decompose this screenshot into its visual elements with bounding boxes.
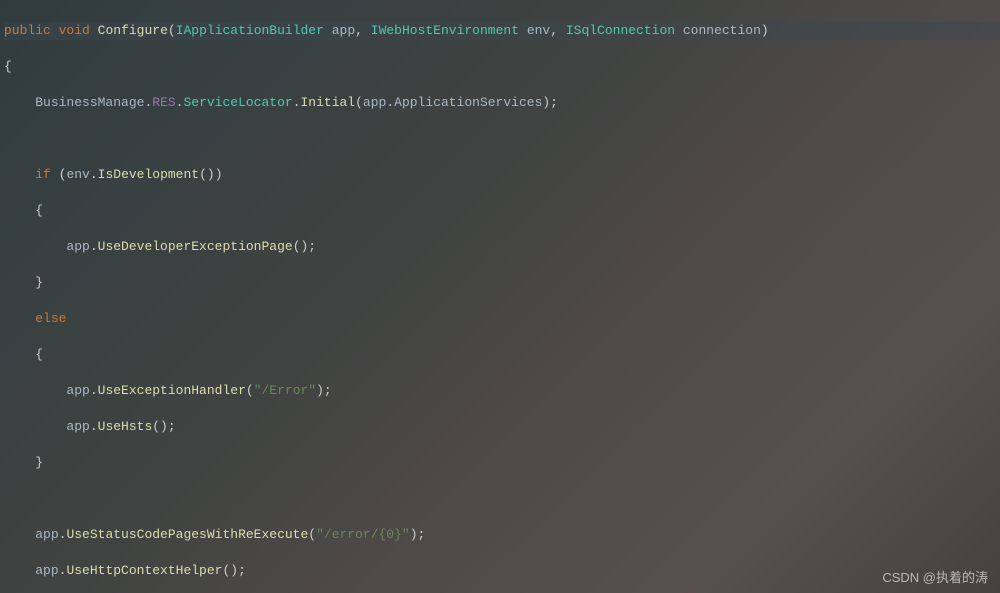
code-line: BusinessManage.RES.ServiceLocator.Initia… <box>4 94 1000 112</box>
code-line: app.UseDeveloperExceptionPage(); <box>4 238 1000 256</box>
code-line: else <box>4 310 1000 328</box>
code-line: { <box>4 346 1000 364</box>
code-editor[interactable]: public void Configure(IApplicationBuilde… <box>0 0 1000 593</box>
code-line: if (env.IsDevelopment()) <box>4 166 1000 184</box>
code-line <box>4 490 1000 508</box>
code-line: app.UseExceptionHandler("/Error"); <box>4 382 1000 400</box>
code-line: } <box>4 454 1000 472</box>
code-line: } <box>4 274 1000 292</box>
code-line <box>4 130 1000 148</box>
code-line: { <box>4 58 1000 76</box>
code-line: { <box>4 202 1000 220</box>
code-line: app.UseHttpContextHelper(); <box>4 562 1000 580</box>
code-line: app.UseHsts(); <box>4 418 1000 436</box>
code-line: public void Configure(IApplicationBuilde… <box>4 22 1000 40</box>
code-line: app.UseStatusCodePagesWithReExecute("/er… <box>4 526 1000 544</box>
